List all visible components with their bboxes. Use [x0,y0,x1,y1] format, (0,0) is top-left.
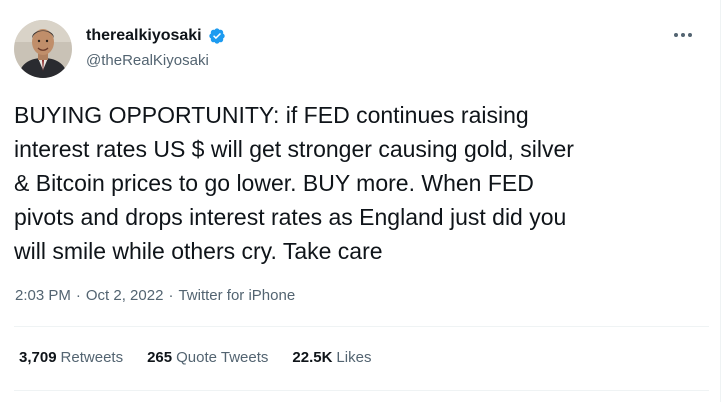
profile-photo-icon [14,20,72,78]
author-display-name[interactable]: therealkiyosaki [86,26,202,46]
retweets-label: Retweets [60,349,124,366]
quote-tweets-label: Quote Tweets [176,349,269,366]
retweets-count: 3,709 [19,349,57,366]
ellipsis-icon [674,33,692,37]
author-name-row[interactable]: therealkiyosaki [86,26,226,46]
divider [14,326,709,327]
tweet-meta: 2:03 PM · Oct 2, 2022 · Twitter for iPho… [15,286,295,306]
retweets-stat[interactable]: 3,709 Retweets [19,348,123,368]
tweet-card: therealkiyosaki @theRealKiyosaki BUYING … [0,0,721,402]
meta-separator: · [75,287,81,304]
quote-tweets-stat[interactable]: 265 Quote Tweets [147,348,268,368]
likes-count: 22.5K [292,349,333,366]
avatar[interactable] [14,20,72,78]
quote-tweets-count: 265 [147,349,173,366]
tweet-stats: 3,709 Retweets 265 Quote Tweets 22.5K Likes [19,348,371,368]
likes-stat[interactable]: 22.5K Likes [292,348,371,368]
more-options-button[interactable] [669,24,697,46]
meta-separator: · [168,287,174,304]
tweet-date[interactable]: Oct 2, 2022 [86,286,164,306]
likes-label: Likes [336,349,372,366]
author-handle[interactable]: @theRealKiyosaki [86,51,209,71]
tweet-text: BUYING OPPORTUNITY: if FED continues rai… [14,102,574,264]
divider [14,390,709,391]
tweet-time[interactable]: 2:03 PM [15,286,71,306]
tweet-source[interactable]: Twitter for iPhone [178,286,295,306]
verified-badge-icon [208,27,226,45]
